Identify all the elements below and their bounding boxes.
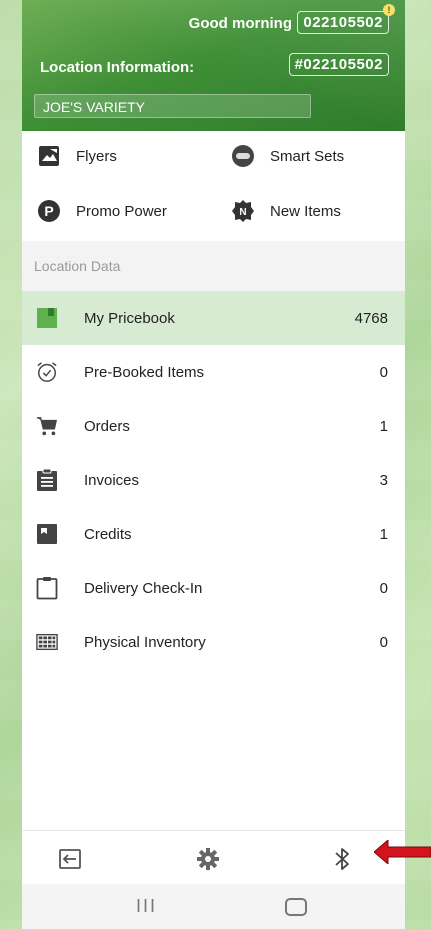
menu-item-label: My Pricebook xyxy=(84,309,175,327)
promo-power-label: Promo Power xyxy=(76,202,167,220)
menu-item-count: 0 xyxy=(379,579,388,597)
smart-sets-icon xyxy=(230,143,256,169)
smart-sets-link[interactable]: Smart Sets xyxy=(230,143,344,169)
menu-item-label: Credits xyxy=(84,525,132,543)
cart-icon xyxy=(36,415,58,437)
menu-item-count: 0 xyxy=(379,633,388,651)
location-info-label: Location Information: xyxy=(40,59,195,76)
new-items-icon: N xyxy=(230,198,256,224)
android-nav-bar: III xyxy=(22,884,405,929)
bluetooth-icon[interactable] xyxy=(328,845,356,873)
menu-item-delivery-check-in[interactable]: Delivery Check-In 0 xyxy=(22,561,405,615)
menu-item-label: Delivery Check-In xyxy=(84,579,203,597)
alarm-clock-icon xyxy=(36,361,58,383)
new-items-link[interactable]: N New Items xyxy=(230,198,341,224)
menu-item-orders[interactable]: Orders 1 xyxy=(22,399,405,453)
inventory-icon xyxy=(36,631,58,653)
menu-item-label: Pre-Booked Items xyxy=(84,363,205,381)
clipboard-icon xyxy=(36,577,58,600)
header: Good morning 022105502 ! Location Inform… xyxy=(22,0,405,131)
menu-item-physical-inventory[interactable]: Physical Inventory 0 xyxy=(22,615,405,669)
section-title: Location Data xyxy=(22,241,405,291)
flyers-label: Flyers xyxy=(76,147,117,165)
quick-links: Flyers Smart Sets P Promo Power N New It… xyxy=(22,131,405,241)
svg-text:N: N xyxy=(239,207,246,218)
gear-icon[interactable] xyxy=(194,845,222,873)
svg-text:P: P xyxy=(44,203,53,219)
location-code-badge[interactable]: #022105502 xyxy=(288,53,389,76)
red-arrow-annotation xyxy=(374,840,431,864)
app-screen: Good morning 022105502 ! Location Inform… xyxy=(22,0,405,929)
menu-item-label: Orders xyxy=(84,417,130,435)
menu-item-pre-booked-items[interactable]: Pre-Booked Items 0 xyxy=(22,345,405,399)
menu-item-label: Invoices xyxy=(84,471,140,489)
flyers-link[interactable]: Flyers xyxy=(36,143,117,169)
logout-icon[interactable] xyxy=(56,845,84,873)
home-button[interactable] xyxy=(285,898,307,916)
credits-icon xyxy=(36,523,58,545)
flyers-icon xyxy=(36,143,62,169)
menu-item-count: 0 xyxy=(379,363,388,381)
promo-power-icon: P xyxy=(36,198,62,224)
menu-item-credits[interactable]: Credits 1 xyxy=(22,507,405,561)
menu-item-count: 3 xyxy=(379,471,388,489)
store-name-field[interactable]: JOE'S VARIETY xyxy=(34,94,311,118)
menu-item-label: Physical Inventory xyxy=(84,633,206,651)
promo-power-link[interactable]: P Promo Power xyxy=(36,198,167,224)
account-code-badge[interactable]: 022105502 xyxy=(297,11,389,34)
smart-sets-label: Smart Sets xyxy=(270,147,345,165)
new-items-label: New Items xyxy=(270,202,341,220)
menu-item-invoices[interactable]: Invoices 3 xyxy=(22,453,405,507)
bottom-toolbar xyxy=(22,830,405,885)
location-data-list: My Pricebook 4768 Pre-Booked Items 0 Ord… xyxy=(22,291,405,669)
notification-badge[interactable]: ! xyxy=(383,4,395,16)
menu-item-count: 1 xyxy=(379,417,388,435)
recent-apps-button[interactable]: III xyxy=(136,896,157,917)
menu-item-my-pricebook[interactable]: My Pricebook 4768 xyxy=(22,291,405,345)
menu-item-count: 1 xyxy=(379,525,388,543)
greeting-text: Good morning xyxy=(188,15,292,32)
menu-item-count: 4768 xyxy=(354,309,388,327)
pricebook-icon xyxy=(36,307,58,329)
invoice-icon xyxy=(36,468,58,491)
